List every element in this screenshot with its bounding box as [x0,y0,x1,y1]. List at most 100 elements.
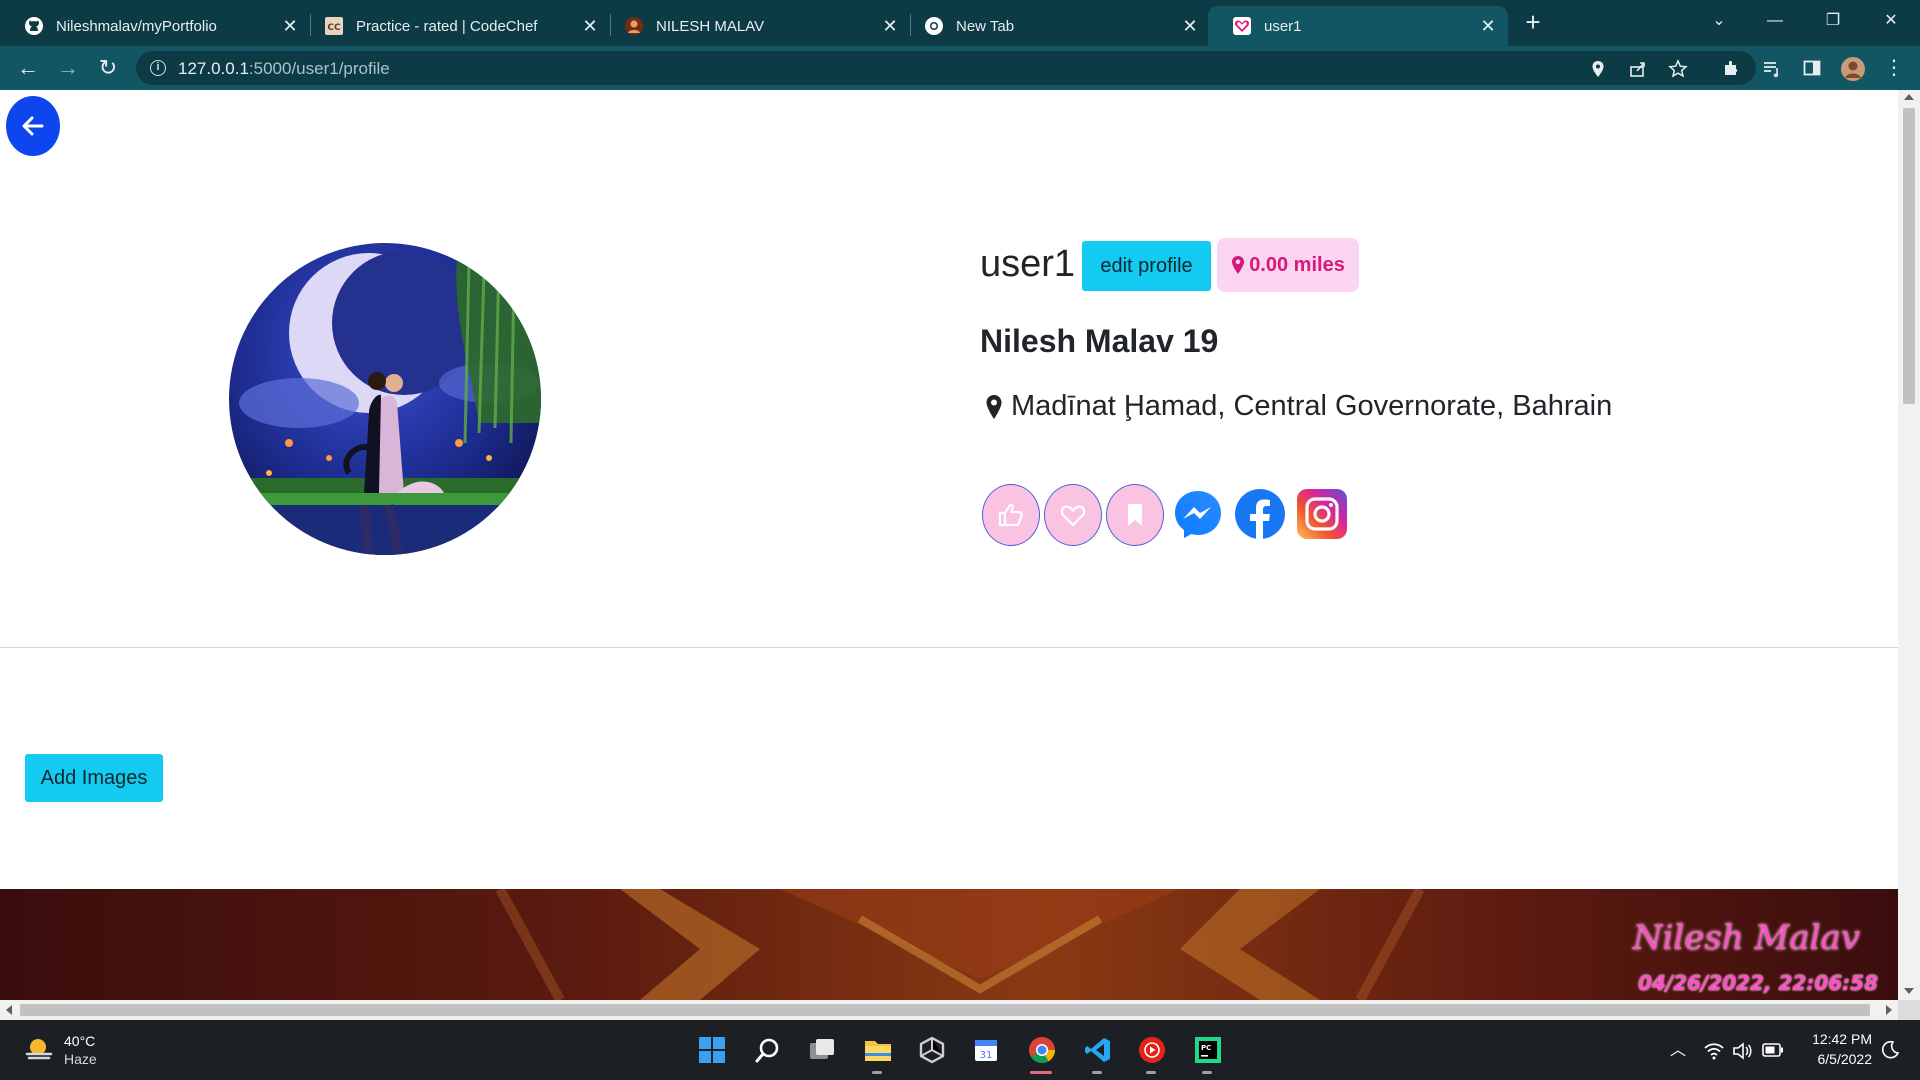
battery-icon[interactable] [1762,1043,1784,1057]
tab-codechef[interactable]: CC Practice - rated | CodeChef ✕ [300,6,610,46]
scroll-thumb[interactable] [20,1004,1870,1016]
chrome-taskbar-icon[interactable] [1026,1034,1058,1066]
tab-github[interactable]: Nileshmalav/myPortfolio ✕ [0,6,310,46]
bookmark-button[interactable] [1106,484,1164,546]
svg-text:PC: PC [1201,1044,1211,1052]
footer-banner: Nilesh Malav 04/26/2022, 22:06:58 [0,889,1898,1000]
close-window-icon[interactable]: ✕ [1876,8,1906,34]
address-bar[interactable]: i 127.0.0.1:5000/user1/profile [136,51,1756,85]
weather-widget[interactable]: 40°C Haze [24,1032,97,1068]
active-indicator [1030,1071,1052,1074]
heart-icon [1060,505,1086,527]
footer-background [495,889,1425,1000]
tab-new-tab[interactable]: New Tab ✕ [900,6,1210,46]
scroll-down-icon[interactable] [1904,988,1914,994]
tab-title: Nileshmalav/myPortfolio [56,17,217,35]
tray-chevron-icon[interactable]: ︿ [1670,1036,1686,1060]
running-indicator [1146,1071,1156,1074]
more-menu-icon[interactable]: ⋮ [1880,54,1908,82]
location-pin-icon [1232,256,1245,274]
section-divider [0,647,1898,648]
username: user1 [980,243,1076,285]
close-icon[interactable]: ✕ [880,16,900,36]
tab-search-icon[interactable]: ⌄ [1704,8,1734,34]
browser-tab-strip: Nileshmalav/myPortfolio ✕ CC Practice - … [0,0,1920,46]
like-button[interactable] [982,484,1040,546]
footer-datetime: 04/26/2022, 22:06:58 [1638,971,1878,995]
focus-assist-icon[interactable] [1880,1040,1900,1060]
media-control-icon[interactable] [1762,58,1782,78]
footer-name: Nilesh Malav [1632,918,1860,958]
horizontal-scrollbar[interactable] [0,1000,1898,1020]
clock-time: 12:42 PM [1812,1031,1872,1047]
codechef-icon: CC [324,16,344,36]
messenger-icon[interactable] [1172,488,1224,540]
close-icon[interactable]: ✕ [1180,16,1200,36]
file-explorer-icon[interactable] [862,1034,894,1066]
wifi-icon[interactable] [1703,1042,1725,1060]
location-text: Madīnat Ḩamad, Central Governorate, Bahr… [1011,390,1613,422]
location: Madīnat Ḩamad, Central Governorate, Bahr… [985,390,1612,423]
svg-text:CC: CC [327,23,341,33]
profile-avatar[interactable] [1840,56,1866,82]
unity-icon[interactable] [916,1034,948,1066]
search-icon[interactable] [752,1034,784,1066]
share-icon[interactable] [1628,59,1648,79]
tab-title: NILESH MALAV [656,17,765,35]
extensions-icon[interactable] [1722,58,1742,78]
instagram-icon[interactable] [1296,488,1348,540]
scroll-left-icon[interactable] [6,1005,12,1015]
back-nav-icon[interactable]: ← [14,54,42,82]
side-panel-icon[interactable] [1802,58,1822,78]
url-text[interactable]: 127.0.0.1:5000/user1/profile [178,59,390,79]
location-icon[interactable] [1588,59,1608,79]
restore-icon[interactable]: ❐ [1818,8,1848,34]
scroll-right-icon[interactable] [1886,1005,1892,1015]
scroll-thumb[interactable] [1903,108,1915,404]
bookmark-icon [1128,504,1142,526]
close-icon[interactable]: ✕ [280,16,300,36]
like-icon [998,503,1023,527]
system-clock[interactable]: 12:42 PM 6/5/2022 [1800,1029,1872,1069]
heart-icon [1232,16,1252,36]
profile-page: user1 edit profile 0.00 miles Nilesh Mal… [0,90,1898,1000]
pycharm-icon[interactable]: PC [1192,1034,1224,1066]
full-name: Nilesh Malav 19 [980,323,1219,359]
vertical-scrollbar[interactable] [1898,90,1920,1000]
windows-start-icon[interactable] [696,1034,728,1066]
reload-icon[interactable]: ↻ [94,54,122,82]
portfolio-icon [624,16,644,36]
tab-user1[interactable]: user1 ✕ [1208,6,1508,46]
scrollbar-corner [1898,1000,1920,1020]
love-button[interactable] [1044,484,1102,546]
browser-toolbar: ← → ↻ i 127.0.0.1:5000/user1/profile ⋮ [0,46,1920,90]
tab-title: New Tab [956,17,1015,35]
running-indicator [872,1071,882,1074]
task-view-icon[interactable] [806,1034,838,1066]
chrome-icon [924,16,944,36]
add-images-button[interactable]: Add Images [25,754,163,802]
calendar-icon[interactable]: 31 [970,1034,1002,1066]
tab-title: Practice - rated | CodeChef [356,17,538,35]
new-tab-button[interactable]: + [1520,9,1546,36]
scroll-up-icon[interactable] [1904,94,1914,100]
edit-profile-button[interactable]: edit profile [1082,241,1211,291]
taskbar: 40°C Haze 31 PC ︿ 12:42 PM 6/5/2022 [0,1020,1920,1080]
weather-temperature: 40°C [64,1033,96,1049]
volume-icon[interactable] [1732,1042,1752,1060]
back-button[interactable] [6,96,60,156]
star-icon[interactable] [1668,59,1688,79]
vscode-icon[interactable] [1082,1034,1114,1066]
profile-picture [229,243,541,555]
running-indicator [1202,1071,1212,1074]
close-icon[interactable]: ✕ [580,16,600,36]
forward-nav-icon[interactable]: → [54,54,82,82]
minimize-icon[interactable]: — [1760,8,1790,34]
youtube-music-icon[interactable] [1136,1034,1168,1066]
close-icon[interactable]: ✕ [1478,16,1498,36]
facebook-icon[interactable] [1234,488,1286,540]
arrow-left-icon [22,116,44,136]
tab-portfolio[interactable]: NILESH MALAV ✕ [600,6,910,46]
site-info-icon[interactable]: i [150,60,166,76]
svg-text:31: 31 [980,1050,993,1061]
